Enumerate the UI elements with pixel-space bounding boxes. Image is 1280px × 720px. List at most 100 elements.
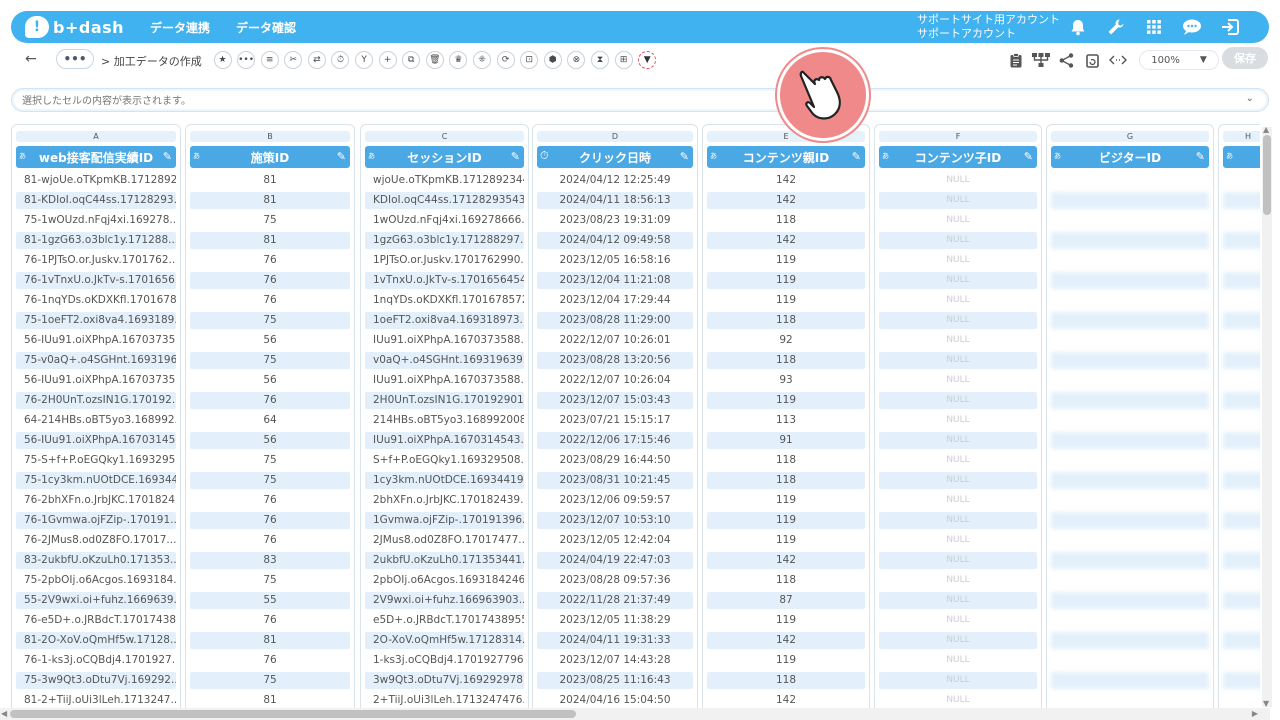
table-cell[interactable]: 2023/12/05 11:38:29 [537, 612, 693, 629]
table-cell[interactable]: 76-1-ks3j.oCQBdj4.1701927... [16, 652, 176, 669]
table-cell[interactable] [1223, 312, 1260, 329]
table-cell[interactable]: 76 [190, 532, 350, 549]
table-cell[interactable]: 2022/12/07 10:26:01 [537, 332, 693, 349]
app-logo[interactable]: ! b+dash [25, 16, 124, 38]
table-cell[interactable] [1051, 552, 1209, 569]
table-cell[interactable] [1223, 452, 1260, 469]
table-cell[interactable] [1223, 332, 1260, 349]
branch-tool-icon[interactable]: Y [353, 48, 376, 71]
table-cell[interactable]: NULL [879, 592, 1037, 609]
table-cell[interactable]: 2024/04/12 12:25:49 [537, 172, 693, 189]
zoom-select[interactable]: 100% ▼ [1139, 50, 1219, 70]
table-cell[interactable]: NULL [879, 632, 1037, 649]
filter-tool-icon[interactable]: ▼ [636, 48, 659, 71]
table-cell[interactable]: 64-214HBs.oBT5yo3.168992... [16, 412, 176, 429]
table-cell[interactable]: 75 [190, 352, 350, 369]
table-cell[interactable]: NULL [879, 672, 1037, 689]
table-cell[interactable]: 1cy3km.nUOtDCE.16934419... [365, 472, 524, 489]
table-cell[interactable]: NULL [879, 352, 1037, 369]
table-cell[interactable] [1051, 352, 1209, 369]
cut-tool-icon[interactable]: ✂ [282, 48, 305, 71]
table-cell[interactable] [1223, 212, 1260, 229]
history-icon[interactable] [1080, 49, 1106, 71]
edit-pencil-icon[interactable]: ✎ [852, 150, 861, 163]
expand-tool-icon[interactable]: ⁜ [471, 48, 494, 71]
table-cell[interactable]: 1oeFT2.oxi8va4.169318973... [365, 312, 524, 329]
column-header[interactable]: あ [1223, 146, 1260, 168]
table-cell[interactable]: 1wOUzd.nFqj4xi.169278666... [365, 212, 524, 229]
table-cell[interactable]: 75 [190, 672, 350, 689]
table-cell[interactable]: 81-KDIoI.oqC44ss.17128293... [16, 192, 176, 209]
table-cell[interactable]: 2024/04/19 22:47:03 [537, 552, 693, 569]
more-tool-icon[interactable]: ••• [235, 48, 258, 71]
table-cell[interactable]: 76-1vTnxU.o.JkTv-s.1701656... [16, 272, 176, 289]
table-cell[interactable]: 76 [190, 512, 350, 529]
table-cell[interactable]: 75-v0aQ+.o4SGHnt.1693196... [16, 352, 176, 369]
table-cell[interactable] [1051, 292, 1209, 309]
table-cell[interactable]: 56-IUu91.oiXPhpA.16703145... [16, 432, 176, 449]
column-letter[interactable]: D [537, 131, 693, 142]
table-cell[interactable]: 87 [707, 592, 865, 609]
vertical-scroll-thumb[interactable] [1263, 135, 1271, 215]
table-cell[interactable]: 142 [707, 232, 865, 249]
table-cell[interactable] [1223, 652, 1260, 669]
table-cell[interactable] [1223, 672, 1260, 689]
table-cell[interactable]: 142 [707, 172, 865, 189]
table-cell[interactable]: 2023/07/21 15:15:17 [537, 412, 693, 429]
table-cell[interactable]: 2023/12/06 09:59:57 [537, 492, 693, 509]
table-cell[interactable]: 81 [190, 192, 350, 209]
table-cell[interactable] [1051, 452, 1209, 469]
table-cell[interactable]: 76 [190, 292, 350, 309]
table-cell[interactable]: 1gzG63.o3blc1y.171288297... [365, 232, 524, 249]
table-cell[interactable] [1051, 332, 1209, 349]
table-cell[interactable]: 2023/12/05 16:58:16 [537, 252, 693, 269]
crown-tool-icon[interactable]: ♛ [447, 48, 470, 71]
vertical-scrollbar[interactable]: ▲ ▼ [1262, 125, 1272, 708]
table-cell[interactable]: 76 [190, 272, 350, 289]
table-cell[interactable]: 2023/08/29 16:44:50 [537, 452, 693, 469]
table-cell[interactable]: 76-1Gvmwa.ojFZip-.170191... [16, 512, 176, 529]
table-cell[interactable]: 76 [190, 652, 350, 669]
nav-data-integration[interactable]: データ連携 [150, 19, 210, 36]
table-cell[interactable] [1223, 192, 1260, 209]
table-cell[interactable] [1051, 652, 1209, 669]
bell-icon[interactable] [1059, 11, 1097, 43]
table-cell[interactable]: 2023/12/07 14:43:28 [537, 652, 693, 669]
table-cell[interactable]: NULL [879, 192, 1037, 209]
swap-tool-icon[interactable]: ⇄ [305, 48, 328, 71]
table-cell[interactable] [1223, 592, 1260, 609]
table-cell[interactable] [1051, 192, 1209, 209]
column-header[interactable]: あ コンテンツ親ID ✎ [707, 146, 865, 168]
table-cell[interactable]: NULL [879, 472, 1037, 489]
table-cell[interactable]: 55-2V9wxi.oi+fuhz.1669639... [16, 592, 176, 609]
table-cell[interactable]: 2bhXFn.o.JrbJKC.170182439... [365, 492, 524, 509]
table-cell[interactable]: 91 [707, 432, 865, 449]
table-cell[interactable]: 1vTnxU.o.JkTv-s.1701656454... [365, 272, 524, 289]
table-cell[interactable]: 76-1nqYDs.oKDXKfl.1701678... [16, 292, 176, 309]
table-cell[interactable] [1223, 252, 1260, 269]
table-cell[interactable]: 56 [190, 372, 350, 389]
favorite-tool-icon[interactable]: ★ [211, 48, 234, 71]
table-cell[interactable] [1051, 372, 1209, 389]
table-cell[interactable]: 119 [707, 492, 865, 509]
box-tool-icon[interactable]: ⬢ [541, 48, 564, 71]
table-cell[interactable] [1051, 392, 1209, 409]
table-cell[interactable] [1223, 632, 1260, 649]
table-cell[interactable]: 2023/12/07 10:53:10 [537, 512, 693, 529]
table-cell[interactable]: 2023/08/28 11:29:00 [537, 312, 693, 329]
table-cell[interactable]: 119 [707, 292, 865, 309]
table-cell[interactable]: 113 [707, 412, 865, 429]
table-cell[interactable] [1223, 472, 1260, 489]
list-tool-icon[interactable]: ≡ [258, 48, 281, 71]
cancel-tool-icon[interactable]: ⊗ [565, 48, 588, 71]
table-cell[interactable]: S+f+P.oEGQky1.169329508... [365, 452, 524, 469]
table-cell[interactable] [1223, 512, 1260, 529]
table-cell[interactable]: 81-2+TiiJ.oUi3lLeh.1713247... [16, 692, 176, 708]
table-cell[interactable]: 75 [190, 312, 350, 329]
table-cell[interactable] [1223, 552, 1260, 569]
table-cell[interactable] [1051, 412, 1209, 429]
table-cell[interactable]: 1nqYDs.oKDXKfl.1701678572... [365, 292, 524, 309]
table-cell[interactable] [1051, 512, 1209, 529]
table-cell[interactable]: NULL [879, 572, 1037, 589]
table-cell[interactable]: 75-1wOUzd.nFqj4xi.169278... [16, 212, 176, 229]
